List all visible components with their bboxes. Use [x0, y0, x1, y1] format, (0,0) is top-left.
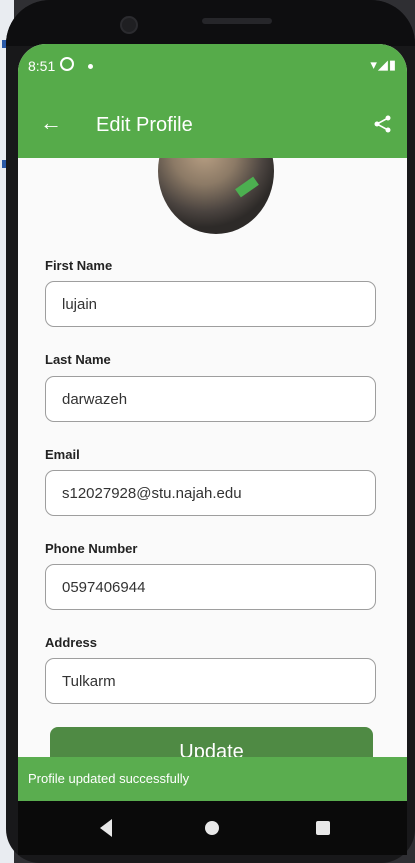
address-label: Address: [45, 635, 98, 650]
share-icon[interactable]: [373, 114, 393, 134]
last-name-field[interactable]: [45, 376, 376, 422]
last-name-label: Last Name: [45, 352, 111, 367]
front-camera: [120, 16, 138, 34]
first-name-field[interactable]: [45, 281, 376, 327]
status-time: 8:51: [28, 58, 56, 74]
phone-top-bezel: [6, 0, 415, 46]
whatsapp-icon: [60, 57, 74, 71]
nav-home-icon[interactable]: [205, 821, 219, 835]
status-bar: 8:51 ▾◢▮: [18, 44, 407, 92]
profile-avatar[interactable]: [158, 158, 274, 234]
status-icons: ▾◢▮: [370, 57, 397, 72]
address-field[interactable]: [45, 658, 376, 704]
avatar-photo: [158, 158, 274, 234]
earpiece-speaker: [202, 18, 272, 24]
phone-number-field[interactable]: [45, 564, 376, 610]
snackbar: Profile updated successfully: [18, 757, 407, 801]
email-label: Email: [45, 447, 80, 462]
app-screen: 8:51 ▾◢▮ ← Edit Profile First Name Last …: [18, 44, 407, 801]
snackbar-message: Profile updated successfully: [28, 771, 190, 786]
phone-number-label: Phone Number: [45, 541, 138, 556]
page-title: Edit Profile: [96, 114, 193, 136]
notification-dot-icon: [88, 64, 93, 69]
back-arrow-icon[interactable]: ←: [40, 111, 62, 135]
first-name-label: First Name: [45, 258, 113, 273]
nav-back-icon[interactable]: [100, 819, 112, 837]
system-navigation-bar: [18, 801, 407, 855]
app-bar: ← Edit Profile: [18, 92, 407, 158]
nav-recents-icon[interactable]: [316, 821, 330, 835]
email-field[interactable]: [45, 470, 376, 516]
